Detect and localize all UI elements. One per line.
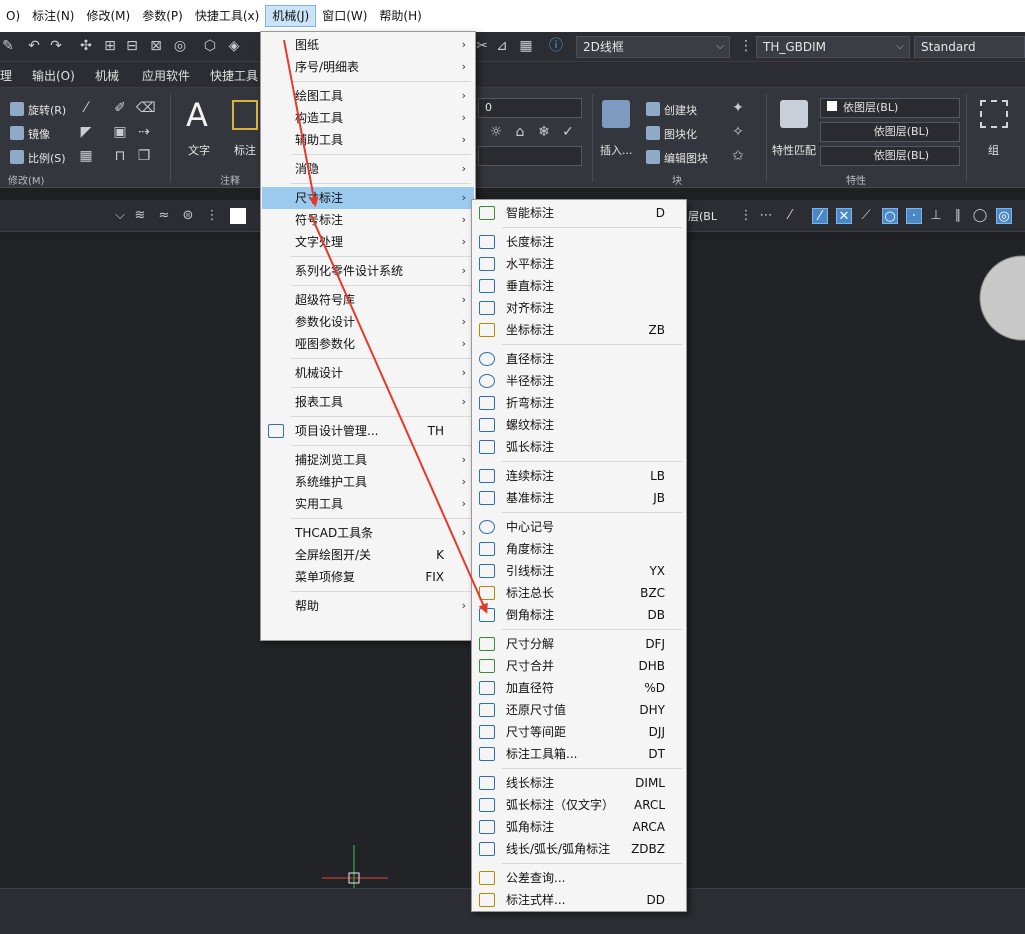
annotation-arrow-2 — [310, 214, 488, 614]
annotation-overlay — [283, 39, 488, 614]
annotation-arrow-1 — [283, 39, 319, 207]
